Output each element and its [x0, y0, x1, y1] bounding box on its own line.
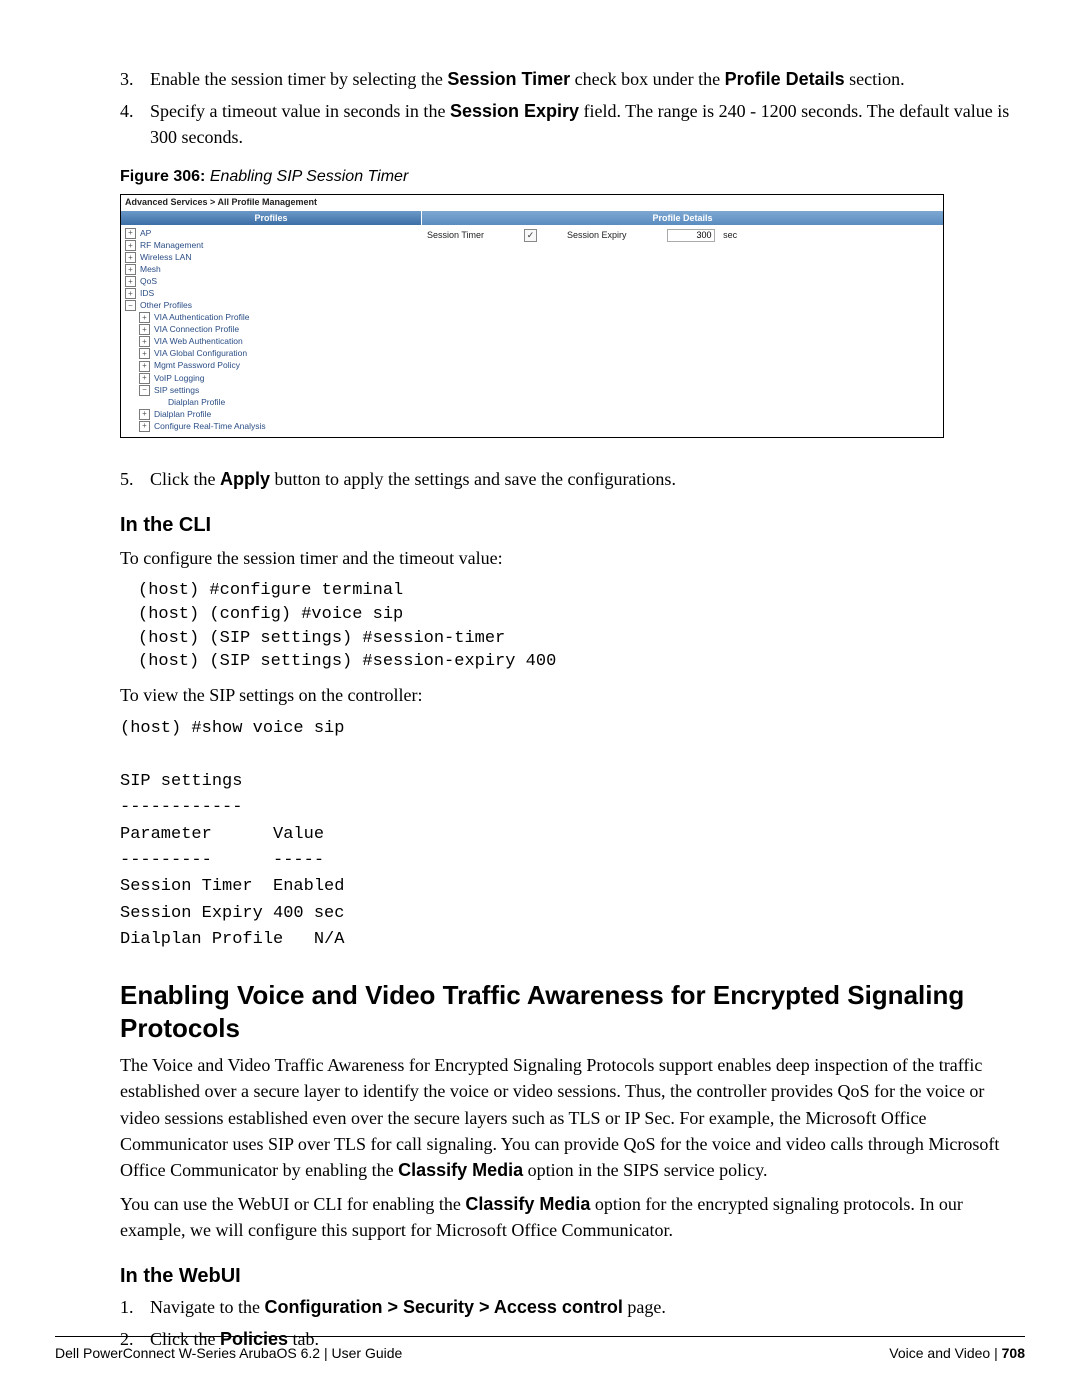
tree-item[interactable]: + QoS: [125, 276, 417, 287]
heading-enabling-voice-video: Enabling Voice and Video Traffic Awarene…: [120, 979, 1025, 1044]
para-2: You can use the WebUI or CLI for enablin…: [120, 1191, 1025, 1243]
para-1: The Voice and Video Traffic Awareness fo…: [120, 1052, 1025, 1182]
breadcrumb: Advanced Services > All Profile Manageme…: [121, 195, 943, 211]
steps-mid: 5. Click the Apply button to apply the s…: [120, 466, 1025, 492]
tree-item[interactable]: + Configure Real-Time Analysis: [125, 421, 417, 432]
tree-item-label: VIA Authentication Profile: [154, 312, 249, 323]
tree-item[interactable]: −Other Profiles: [125, 300, 417, 311]
expand-icon[interactable]: +: [125, 252, 136, 263]
figure-tabs: Profiles Profile Details: [121, 211, 943, 225]
step-3: 3. Enable the session timer by selecting…: [120, 66, 1025, 92]
cli-block-1: (host) #configure terminal (host) (confi…: [138, 579, 1025, 674]
step-b-1: 1. Navigate to the Configuration > Secur…: [120, 1294, 1025, 1320]
session-expiry-unit: sec: [717, 230, 737, 240]
steps-top: 3. Enable the session timer by selecting…: [120, 66, 1025, 150]
footer-left: Dell PowerConnect W-Series ArubaOS 6.2 |…: [55, 1345, 402, 1361]
tree-item-label: VIA Connection Profile: [154, 324, 239, 335]
step-text: Click the Apply button to apply the sett…: [150, 466, 676, 492]
expand-icon[interactable]: +: [139, 421, 150, 432]
profile-tree: +AP+RF Management+Wireless LAN+Mesh+QoS+…: [121, 225, 421, 437]
tree-item[interactable]: + Mgmt Password Policy: [125, 360, 417, 371]
session-timer-checkbox[interactable]: ✓: [524, 229, 537, 242]
figure-306: Advanced Services > All Profile Manageme…: [120, 194, 944, 437]
tree-item-label: Dialplan Profile: [154, 409, 211, 420]
session-expiry-field: Session Expiry sec: [567, 229, 737, 242]
step-4: 4. Specify a timeout value in seconds in…: [120, 98, 1025, 150]
heading-in-cli: In the CLI: [120, 514, 1025, 537]
step-5: 5. Click the Apply button to apply the s…: [120, 466, 1025, 492]
tab-profile-details[interactable]: Profile Details: [422, 211, 943, 225]
expand-icon[interactable]: +: [139, 361, 150, 372]
session-timer-field: Session Timer ✓: [427, 229, 537, 242]
tree-item[interactable]: + IDS: [125, 288, 417, 299]
tree-item[interactable]: + VIA Connection Profile: [125, 324, 417, 335]
tree-item[interactable]: + Wireless LAN: [125, 252, 417, 263]
footer-section: Voice and Video: [889, 1345, 990, 1361]
page-footer: Dell PowerConnect W-Series ArubaOS 6.2 |…: [55, 1336, 1025, 1361]
tab-profiles[interactable]: Profiles: [121, 211, 422, 225]
tree-item-label: Configure Real-Time Analysis: [154, 421, 266, 432]
expand-icon[interactable]: +: [139, 348, 150, 359]
cli-intro-2: To view the SIP settings on the controll…: [120, 682, 1025, 708]
page: 3. Enable the session timer by selecting…: [0, 0, 1080, 1397]
session-expiry-input[interactable]: [667, 229, 715, 242]
tree-item[interactable]: Dialplan Profile: [125, 397, 417, 408]
tree-item[interactable]: + Dialplan Profile: [125, 409, 417, 420]
step-number: 4.: [120, 98, 150, 150]
step-text: Navigate to the Configuration > Security…: [150, 1294, 666, 1320]
tree-item-label: VIA Global Configuration: [154, 348, 247, 359]
step-number: 3.: [120, 66, 150, 92]
tree-item-label: VIA Web Authentication: [154, 336, 243, 347]
figure-title: Enabling SIP Session Timer: [210, 168, 408, 185]
tree-item[interactable]: + AP: [125, 228, 417, 239]
tree-item-label: SIP settings: [154, 385, 199, 396]
expand-icon[interactable]: +: [125, 288, 136, 299]
session-expiry-label: Session Expiry: [567, 230, 627, 242]
tree-item-label: AP: [140, 228, 151, 239]
step-text: Enable the session timer by selecting th…: [150, 66, 905, 92]
tree-item-label: VoIP Logging: [154, 373, 204, 384]
figure-label: Figure 306:: [120, 168, 205, 185]
step-number: 1.: [120, 1294, 150, 1320]
tree-item-label: IDS: [140, 288, 154, 299]
expand-icon[interactable]: +: [125, 276, 136, 287]
tree-item[interactable]: + VIA Global Configuration: [125, 348, 417, 359]
session-timer-label: Session Timer: [427, 230, 484, 242]
tree-item[interactable]: + VIA Web Authentication: [125, 336, 417, 347]
tree-item-label: Mgmt Password Policy: [154, 360, 240, 371]
collapse-icon[interactable]: −: [139, 385, 150, 396]
cli-block-2: (host) #show voice sip SIP settings ----…: [120, 716, 1025, 953]
tree-item-label: RF Management: [140, 240, 203, 251]
tree-item-label: QoS: [140, 276, 157, 287]
cli-intro-1: To configure the session timer and the t…: [120, 545, 1025, 571]
tree-item[interactable]: −SIP settings: [125, 385, 417, 396]
figure-caption: Figure 306: Enabling SIP Session Timer: [120, 168, 1025, 186]
step-text: Specify a timeout value in seconds in th…: [150, 98, 1025, 150]
expand-icon[interactable]: +: [139, 373, 150, 384]
tree-item[interactable]: + Mesh: [125, 264, 417, 275]
profile-detail: Session Timer ✓ Session Expiry sec: [421, 225, 943, 246]
expand-icon[interactable]: +: [139, 336, 150, 347]
tree-item-label: Dialplan Profile: [168, 397, 225, 408]
expand-icon[interactable]: +: [125, 264, 136, 275]
expand-icon[interactable]: +: [125, 228, 136, 239]
expand-icon[interactable]: +: [125, 240, 136, 251]
tree-item[interactable]: + RF Management: [125, 240, 417, 251]
tree-item-label: Other Profiles: [140, 300, 192, 311]
footer-page-number: 708: [1002, 1345, 1025, 1361]
tree-item[interactable]: + VoIP Logging: [125, 373, 417, 384]
expand-icon[interactable]: +: [139, 409, 150, 420]
tree-item-label: Wireless LAN: [140, 252, 191, 263]
tree-item[interactable]: + VIA Authentication Profile: [125, 312, 417, 323]
heading-in-webui: In the WebUI: [120, 1265, 1025, 1288]
step-number: 5.: [120, 466, 150, 492]
expand-icon[interactable]: +: [139, 312, 150, 323]
collapse-icon[interactable]: −: [125, 300, 136, 311]
expand-icon[interactable]: +: [139, 324, 150, 335]
footer-right: Voice and Video | 708: [889, 1345, 1025, 1361]
tree-item-label: Mesh: [140, 264, 161, 275]
